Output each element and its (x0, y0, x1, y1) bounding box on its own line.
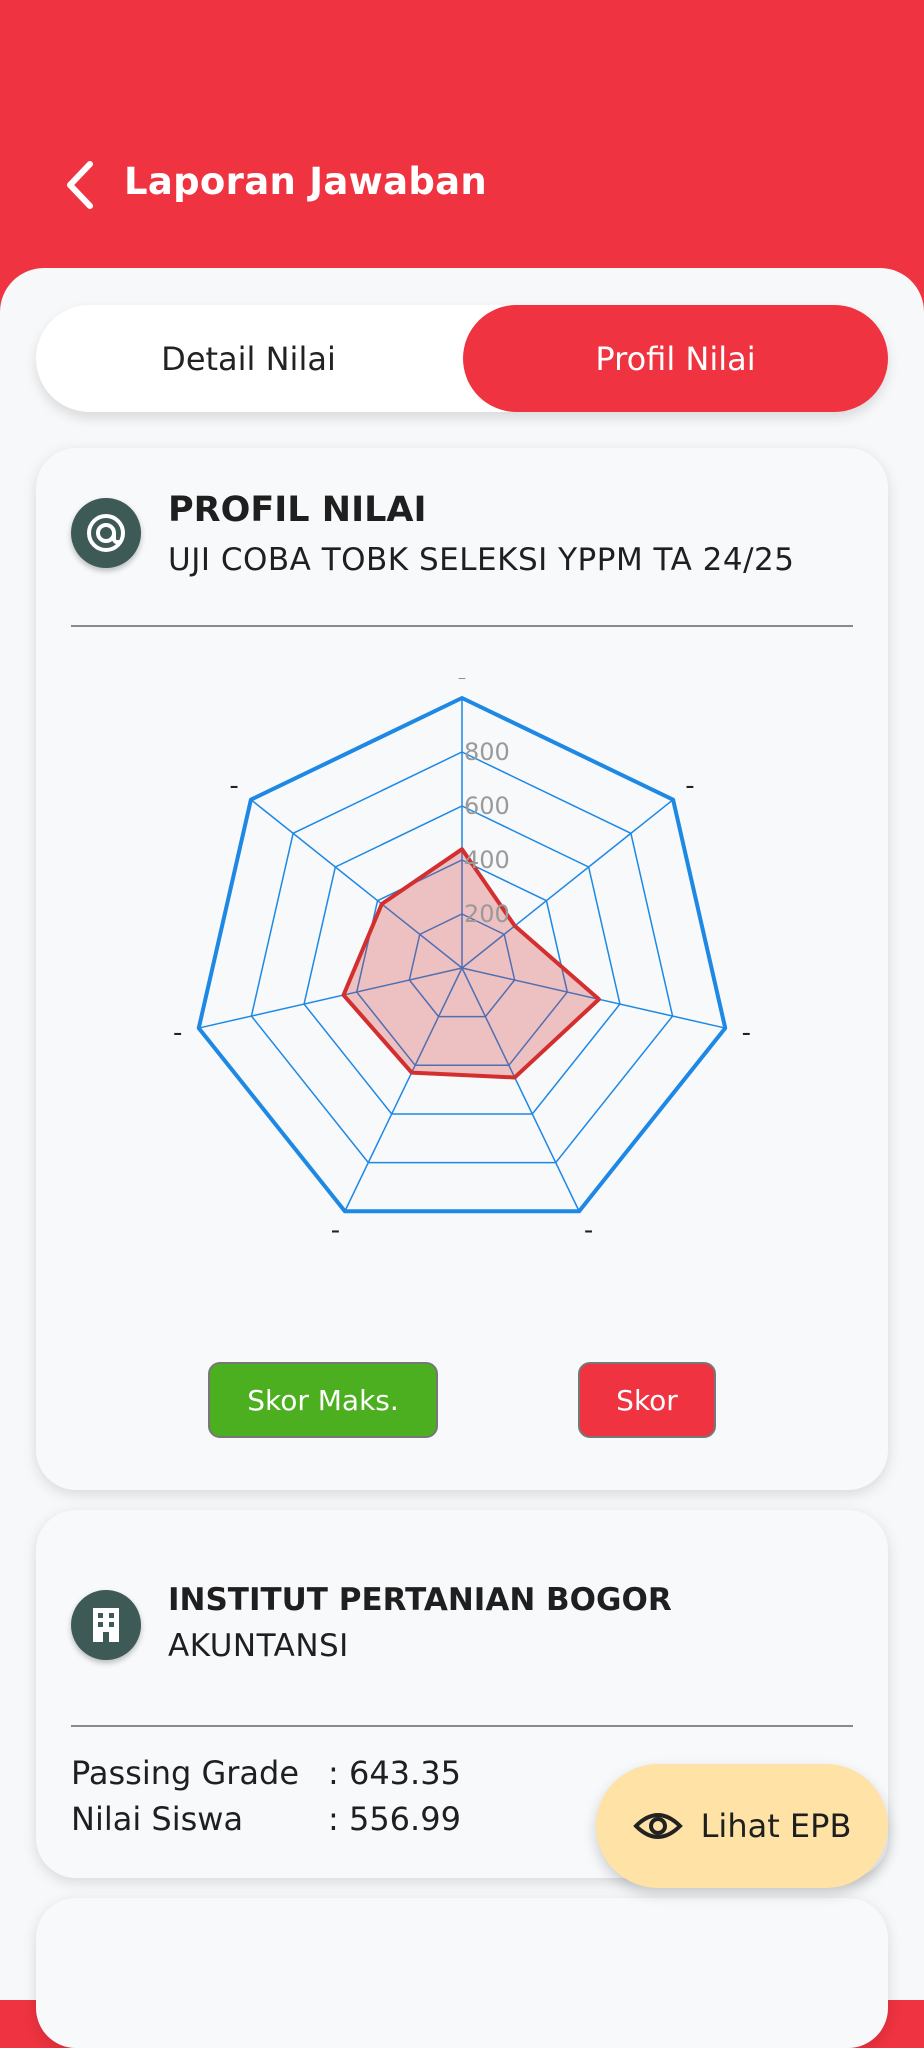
tab-detail-nilai[interactable]: Detail Nilai (36, 305, 461, 412)
student-score-value: : 556.99 (328, 1800, 461, 1838)
eye-icon (632, 1813, 683, 1839)
profile-subtitle: UJI COBA TOBK SELEKSI YPPM TA 24/25 (168, 542, 795, 578)
radar-tick-label: 200 (464, 900, 510, 928)
profile-title: PROFIL NILAI (168, 490, 427, 530)
legend-score[interactable]: Skor (578, 1362, 716, 1438)
radar-series-score (341, 847, 601, 1080)
tab-profil-nilai[interactable]: Profil Nilai (463, 305, 888, 412)
app-header: Laporan Jawaban (0, 0, 924, 290)
radar-tick-label: 400 (464, 846, 510, 874)
next-card (36, 1898, 888, 2048)
radar-category-label: - (457, 678, 466, 691)
radar-category-label: - (685, 771, 694, 801)
divider (71, 625, 853, 627)
radar-tick-label: 800 (464, 738, 510, 766)
view-epb-label: Lihat EPB (700, 1807, 852, 1845)
radar-category-label: - (229, 771, 238, 801)
radar-tick-label: 600 (464, 792, 510, 820)
radar-category-label: - (331, 1216, 340, 1246)
page-title: Laporan Jawaban (124, 160, 488, 203)
back-arrow-icon[interactable] (60, 158, 104, 212)
radar-category-label: - (173, 1018, 182, 1048)
institution-name: INSTITUT PERTANIAN BOGOR (168, 1582, 672, 1618)
view-epb-button[interactable]: Lihat EPB (596, 1764, 888, 1888)
legend-max-score[interactable]: Skor Maks. (208, 1362, 438, 1438)
building-icon (71, 1590, 141, 1660)
profile-card: PROFIL NILAI UJI COBA TOBK SELEKSI YPPM … (36, 448, 888, 1490)
passing-grade-label: Passing Grade (71, 1754, 300, 1792)
radar-chart: 200 400 600 800 - - - - - - - (173, 678, 751, 1246)
radar-category-label: - (742, 1018, 751, 1048)
radar-category-label: - (584, 1216, 593, 1246)
institution-major: AKUNTANSI (168, 1628, 349, 1664)
at-symbol-icon (71, 498, 141, 568)
divider (71, 1725, 853, 1727)
passing-grade-value: : 643.35 (328, 1754, 461, 1792)
tab-switcher: Detail Nilai Profil Nilai (36, 305, 888, 412)
student-score-label: Nilai Siswa (71, 1800, 244, 1838)
